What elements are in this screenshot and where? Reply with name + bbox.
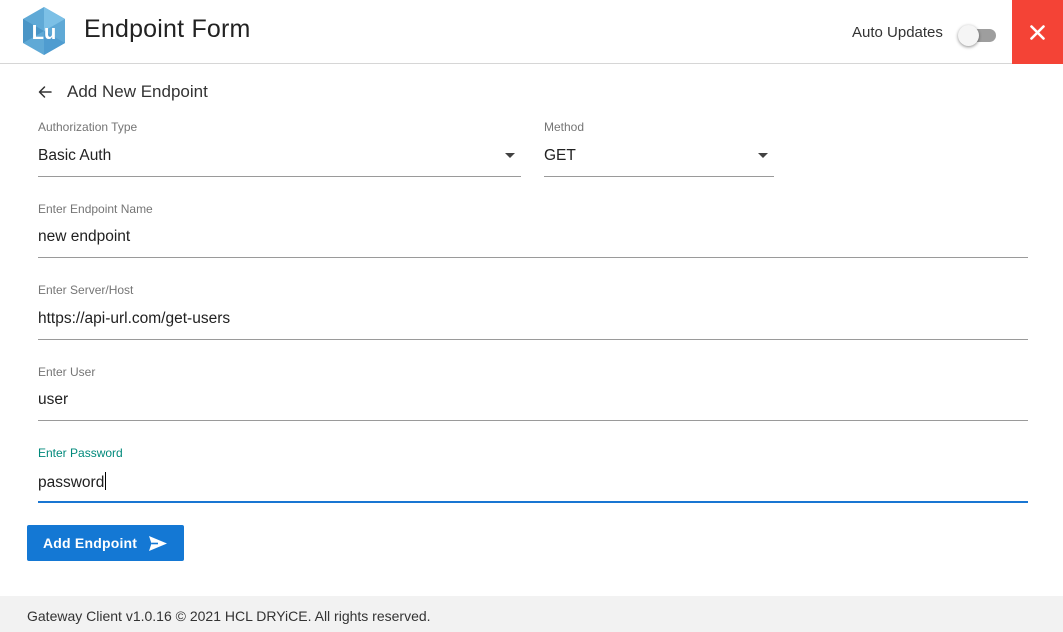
password-label: Enter Password [38,446,123,460]
field-underline [38,176,521,177]
method-label: Method [544,120,585,134]
server-host-value: https://api-url.com/get-users [38,310,231,327]
field-underline [38,339,1028,340]
close-button[interactable] [1012,0,1063,64]
toggle-thumb [958,25,979,46]
send-icon [149,536,167,551]
user-label: Enter User [38,365,96,379]
password-field[interactable]: Enter Password password [38,446,1028,503]
method-value: GET [544,147,576,164]
footer-text: Gateway Client v1.0.16 © 2021 HCL DRYiCE… [27,608,431,624]
app-header: Lu Endpoint Form Auto Updates [0,0,1063,64]
close-icon [1030,25,1045,40]
authorization-type-select[interactable]: Authorization Type Basic Auth [38,120,521,177]
authorization-type-label: Authorization Type [38,120,138,134]
logo-text: Lu [32,22,56,44]
auto-updates-label: Auto Updates [852,24,943,41]
arrow-left-icon[interactable] [37,84,53,100]
password-value-wrap: password [38,472,107,492]
server-host-label: Enter Server/Host [38,283,134,297]
add-endpoint-label: Add Endpoint [43,535,138,551]
field-underline [544,176,774,177]
endpoint-name-value: new endpoint [38,228,131,245]
chevron-down-icon [758,153,768,158]
user-value: user [38,391,69,408]
method-select[interactable]: Method GET [544,120,774,177]
field-underline [38,257,1028,258]
endpoint-name-label: Enter Endpoint Name [38,202,153,216]
server-host-field[interactable]: Enter Server/Host https://api-url.com/ge… [38,283,1028,340]
text-cursor [105,472,107,490]
endpoint-name-field[interactable]: Enter Endpoint Name new endpoint [38,202,1028,258]
auto-updates-toggle[interactable] [958,24,998,46]
field-underline [38,420,1028,421]
page-title: Endpoint Form [84,15,251,43]
authorization-type-value: Basic Auth [38,147,112,164]
app-logo: Lu [23,7,65,55]
form-heading: Add New Endpoint [67,82,208,101]
user-field[interactable]: Enter User user [38,365,1028,421]
password-value: password [38,474,105,491]
add-endpoint-button[interactable]: Add Endpoint [27,525,184,561]
field-underline-focused [38,501,1028,503]
footer: Gateway Client v1.0.16 © 2021 HCL DRYiCE… [0,596,1063,632]
chevron-down-icon [505,153,515,158]
